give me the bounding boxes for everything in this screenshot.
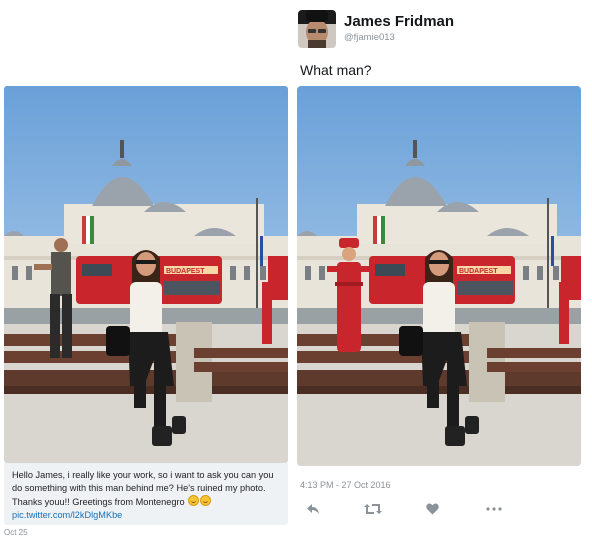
tweet-actions [300, 500, 502, 518]
retweet-icon [364, 504, 382, 514]
avatar[interactable] [298, 10, 336, 48]
reply-button[interactable] [306, 500, 320, 518]
author-name[interactable]: James Fridman [344, 13, 454, 30]
original-tweet-text: Hello James, i really like your work, so… [4, 463, 288, 525]
reply-icon [307, 504, 319, 514]
retweet-button[interactable] [364, 500, 382, 518]
original-photo[interactable]: BUDAPEST [4, 86, 288, 463]
like-button[interactable] [426, 500, 439, 518]
author-handle[interactable]: @fjamie013 [344, 32, 395, 43]
tweet-text: What man? [300, 62, 372, 78]
more-button[interactable] [486, 500, 502, 518]
emoji-icon [188, 495, 200, 506]
original-tweet-body: Hello James, i really like your work, so… [12, 470, 274, 507]
more-icon [486, 507, 502, 511]
edited-photo[interactable]: BUDAPEST [297, 86, 581, 466]
tweet-timestamp[interactable]: 4:13 PM - 27 Oct 2016 [300, 480, 391, 490]
original-tweet-card[interactable]: BUDAPEST Hello James, i really like your… [4, 86, 288, 525]
bus-sign-right: BUDAPEST [459, 268, 498, 275]
emoji-icon [200, 495, 212, 506]
photo-link[interactable]: pic.twitter.com/l2kDlgMKbe [12, 510, 122, 520]
bus-sign-left: BUDAPEST [166, 268, 205, 275]
original-tweet-date: Oct 25 [4, 528, 28, 537]
like-icon [426, 503, 439, 515]
